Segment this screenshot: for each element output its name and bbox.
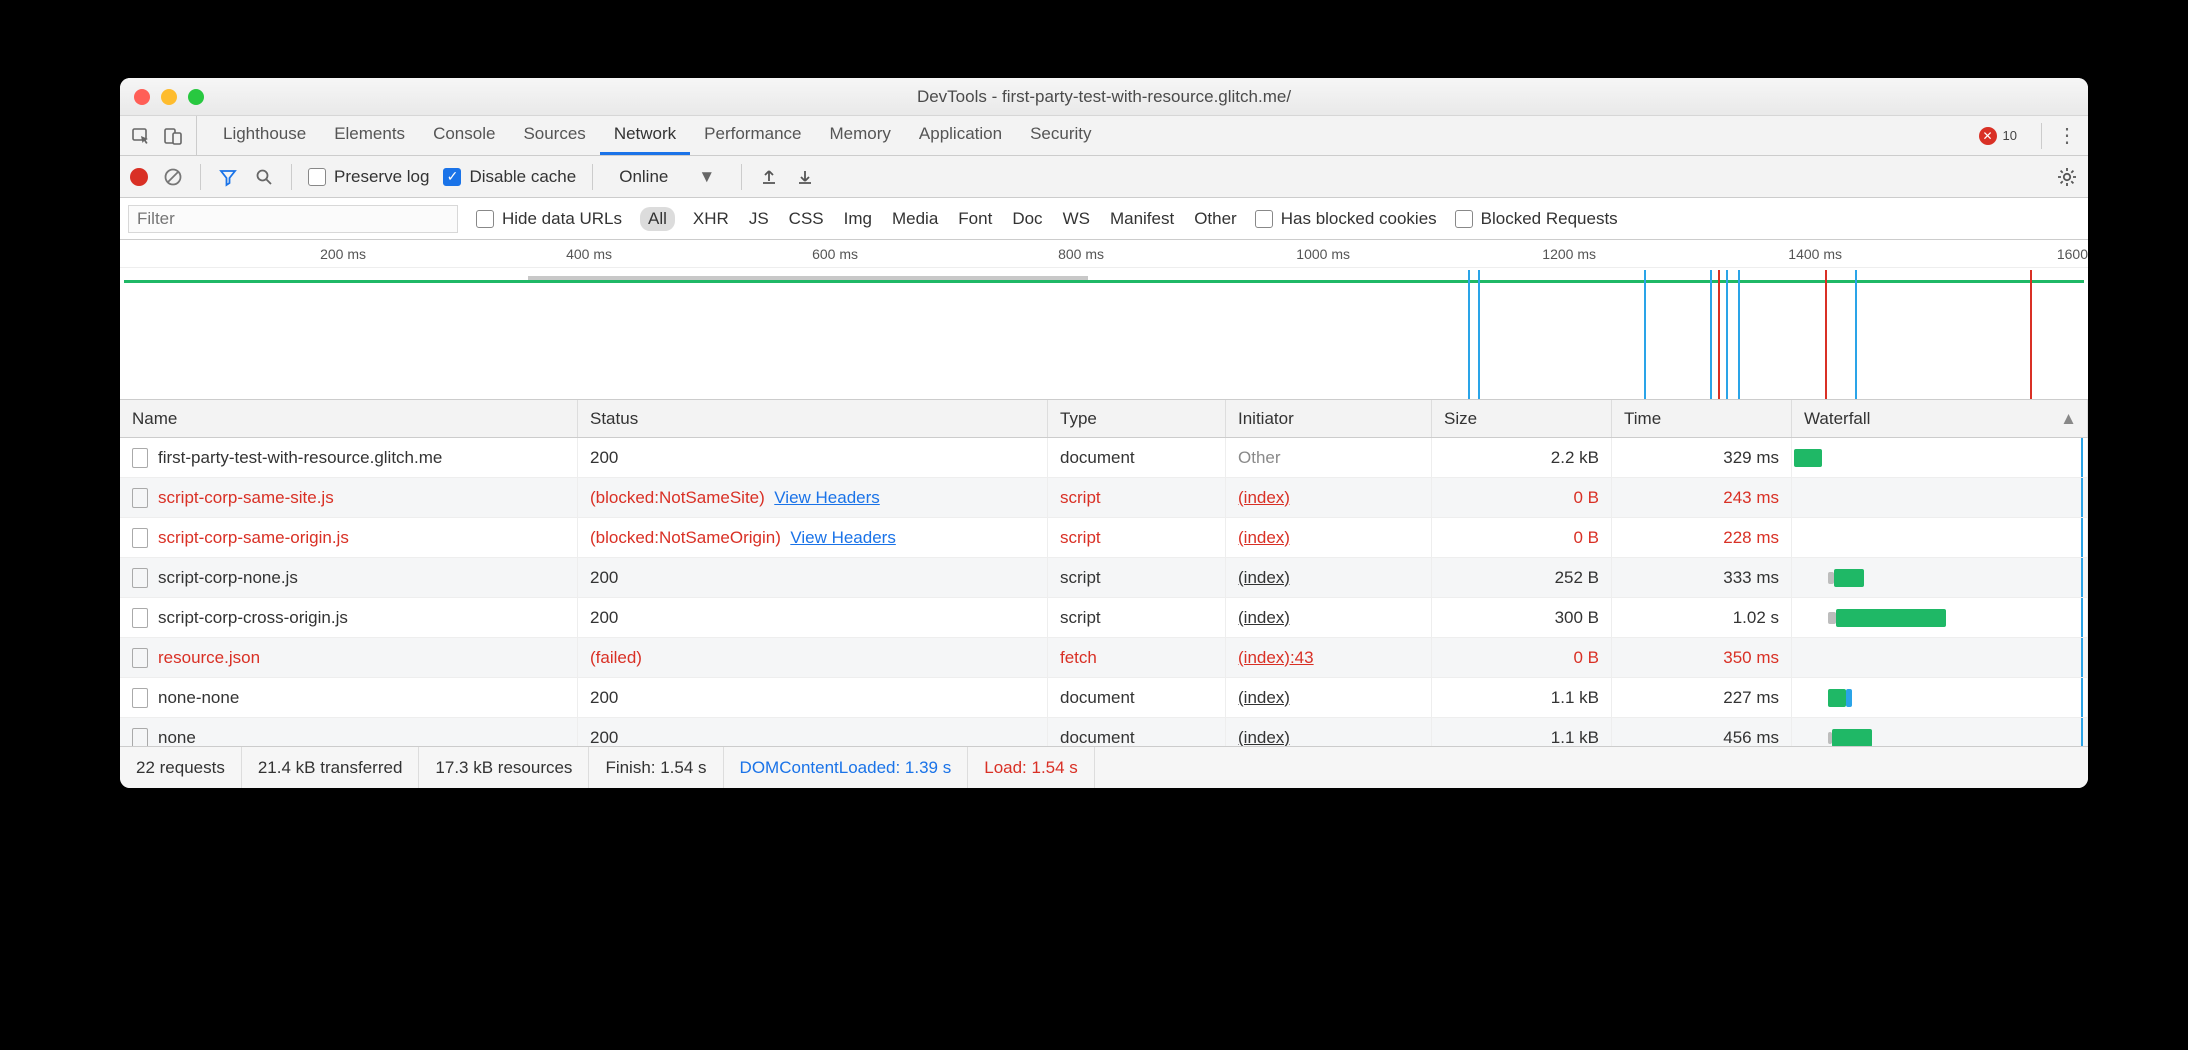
has-blocked-cookies-checkbox[interactable]: Has blocked cookies [1255, 209, 1437, 229]
col-waterfall[interactable]: Waterfall▲ [1792, 400, 2088, 437]
settings-gear-icon[interactable] [2056, 166, 2078, 188]
filter-input[interactable] [128, 205, 458, 233]
status-finish: Finish: 1.54 s [589, 747, 723, 788]
filter-type-manifest[interactable]: Manifest [1110, 209, 1174, 229]
col-initiator[interactable]: Initiator [1226, 400, 1432, 437]
clear-button[interactable] [162, 166, 184, 188]
initiator-link[interactable]: (index) [1238, 528, 1290, 548]
col-type[interactable]: Type [1048, 400, 1226, 437]
initiator-link[interactable]: (index):43 [1238, 648, 1314, 668]
hide-data-urls-checkbox[interactable]: Hide data URLs [476, 209, 622, 229]
error-count-badge[interactable]: ✕ 10 [1969, 127, 2027, 145]
upload-har-icon[interactable] [758, 166, 780, 188]
chevron-down-icon: ▼ [698, 167, 715, 187]
tab-sources[interactable]: Sources [509, 116, 599, 155]
tab-lighthouse[interactable]: Lighthouse [209, 116, 320, 155]
filter-type-css[interactable]: CSS [789, 209, 824, 229]
tab-performance[interactable]: Performance [690, 116, 815, 155]
file-icon [132, 568, 148, 588]
tab-network[interactable]: Network [600, 116, 690, 155]
network-toolbar: Preserve log ✓Disable cache Online ▼ [120, 156, 2088, 198]
request-table-body: first-party-test-with-resource.glitch.me… [120, 438, 2088, 746]
sort-icon: ▲ [2060, 409, 2077, 429]
status-transferred: 21.4 kB transferred [242, 747, 420, 788]
filter-type-img[interactable]: Img [844, 209, 872, 229]
device-toolbar-icon[interactable] [162, 125, 184, 147]
filter-type-doc[interactable]: Doc [1012, 209, 1042, 229]
tab-elements[interactable]: Elements [320, 116, 419, 155]
table-row[interactable]: none-none200document(index)1.1 kB227 ms [120, 678, 2088, 718]
col-size[interactable]: Size [1432, 400, 1612, 437]
table-row[interactable]: none200document(index)1.1 kB456 ms [120, 718, 2088, 746]
file-icon [132, 688, 148, 708]
timeline-tick: 1600 [2057, 246, 2088, 262]
file-icon [132, 448, 148, 468]
table-row[interactable]: resource.json(failed)fetch(index):430 B3… [120, 638, 2088, 678]
file-icon [132, 488, 148, 508]
timeline-tick: 800 ms [1058, 246, 1104, 262]
file-icon [132, 528, 148, 548]
tab-application[interactable]: Application [905, 116, 1016, 155]
col-status[interactable]: Status [578, 400, 1048, 437]
col-name[interactable]: Name [120, 400, 578, 437]
titlebar: DevTools - first-party-test-with-resourc… [120, 78, 2088, 116]
more-menu-icon[interactable]: ⋮ [2056, 123, 2078, 148]
filter-bar: Hide data URLs All XHR JS CSS Img Media Font D… [120, 198, 2088, 240]
window-title: DevTools - first-party-test-with-resourc… [120, 87, 2088, 107]
record-button[interactable] [130, 168, 148, 186]
tab-console[interactable]: Console [419, 116, 509, 155]
status-load: Load: 1.54 s [968, 747, 1095, 788]
inspect-element-icon[interactable] [130, 125, 152, 147]
file-icon [132, 728, 148, 747]
error-icon: ✕ [1979, 127, 1997, 145]
status-resources: 17.3 kB resources [419, 747, 589, 788]
timeline-tick: 1000 ms [1296, 246, 1350, 262]
error-count: 10 [2003, 128, 2017, 143]
timeline-tick: 600 ms [812, 246, 858, 262]
preserve-log-checkbox[interactable]: Preserve log [308, 167, 429, 187]
search-icon[interactable] [253, 166, 275, 188]
view-headers-link[interactable]: View Headers [774, 488, 880, 508]
download-har-icon[interactable] [794, 166, 816, 188]
timeline-tick: 400 ms [566, 246, 612, 262]
devtools-window: DevTools - first-party-test-with-resourc… [120, 78, 2088, 788]
tab-memory[interactable]: Memory [816, 116, 905, 155]
filter-icon[interactable] [217, 166, 239, 188]
filter-type-other[interactable]: Other [1194, 209, 1237, 229]
initiator-link[interactable]: (index) [1238, 568, 1290, 588]
blocked-requests-checkbox[interactable]: Blocked Requests [1455, 209, 1618, 229]
table-row[interactable]: first-party-test-with-resource.glitch.me… [120, 438, 2088, 478]
filter-type-all[interactable]: All [640, 207, 675, 231]
table-header: Name Status Type Initiator Size Time Wat… [120, 400, 2088, 438]
throttling-select[interactable]: Online ▼ [609, 164, 725, 190]
table-row[interactable]: script-corp-same-origin.js(blocked:NotSa… [120, 518, 2088, 558]
filter-type-font[interactable]: Font [958, 209, 992, 229]
disable-cache-checkbox[interactable]: ✓Disable cache [443, 167, 576, 187]
status-bar: 22 requests 21.4 kB transferred 17.3 kB … [120, 746, 2088, 788]
filter-type-js[interactable]: JS [749, 209, 769, 229]
initiator-link[interactable]: (index) [1238, 488, 1290, 508]
timeline-tick: 1400 ms [1788, 246, 1842, 262]
panel-tabs: LighthouseElementsConsoleSourcesNetworkP… [120, 116, 2088, 156]
initiator-link[interactable]: (index) [1238, 728, 1290, 747]
col-time[interactable]: Time [1612, 400, 1792, 437]
initiator-link[interactable]: (index) [1238, 608, 1290, 628]
timeline-tick: 1200 ms [1542, 246, 1596, 262]
filter-type-xhr[interactable]: XHR [693, 209, 729, 229]
status-dcl: DOMContentLoaded: 1.39 s [724, 747, 969, 788]
table-row[interactable]: script-corp-cross-origin.js200script(ind… [120, 598, 2088, 638]
file-icon [132, 648, 148, 668]
timeline-overview[interactable]: 200 ms 400 ms 600 ms 800 ms 1000 ms 1200 ms 14… [120, 240, 2088, 400]
status-requests: 22 requests [120, 747, 242, 788]
timeline-tick: 200 ms [320, 246, 366, 262]
filter-type-ws[interactable]: WS [1063, 209, 1090, 229]
table-row[interactable]: script-corp-same-site.js(blocked:NotSame… [120, 478, 2088, 518]
view-headers-link[interactable]: View Headers [790, 528, 896, 548]
file-icon [132, 608, 148, 628]
table-row[interactable]: script-corp-none.js200script(index)252 B… [120, 558, 2088, 598]
initiator-link[interactable]: (index) [1238, 688, 1290, 708]
tab-security[interactable]: Security [1016, 116, 1105, 155]
filter-type-media[interactable]: Media [892, 209, 938, 229]
